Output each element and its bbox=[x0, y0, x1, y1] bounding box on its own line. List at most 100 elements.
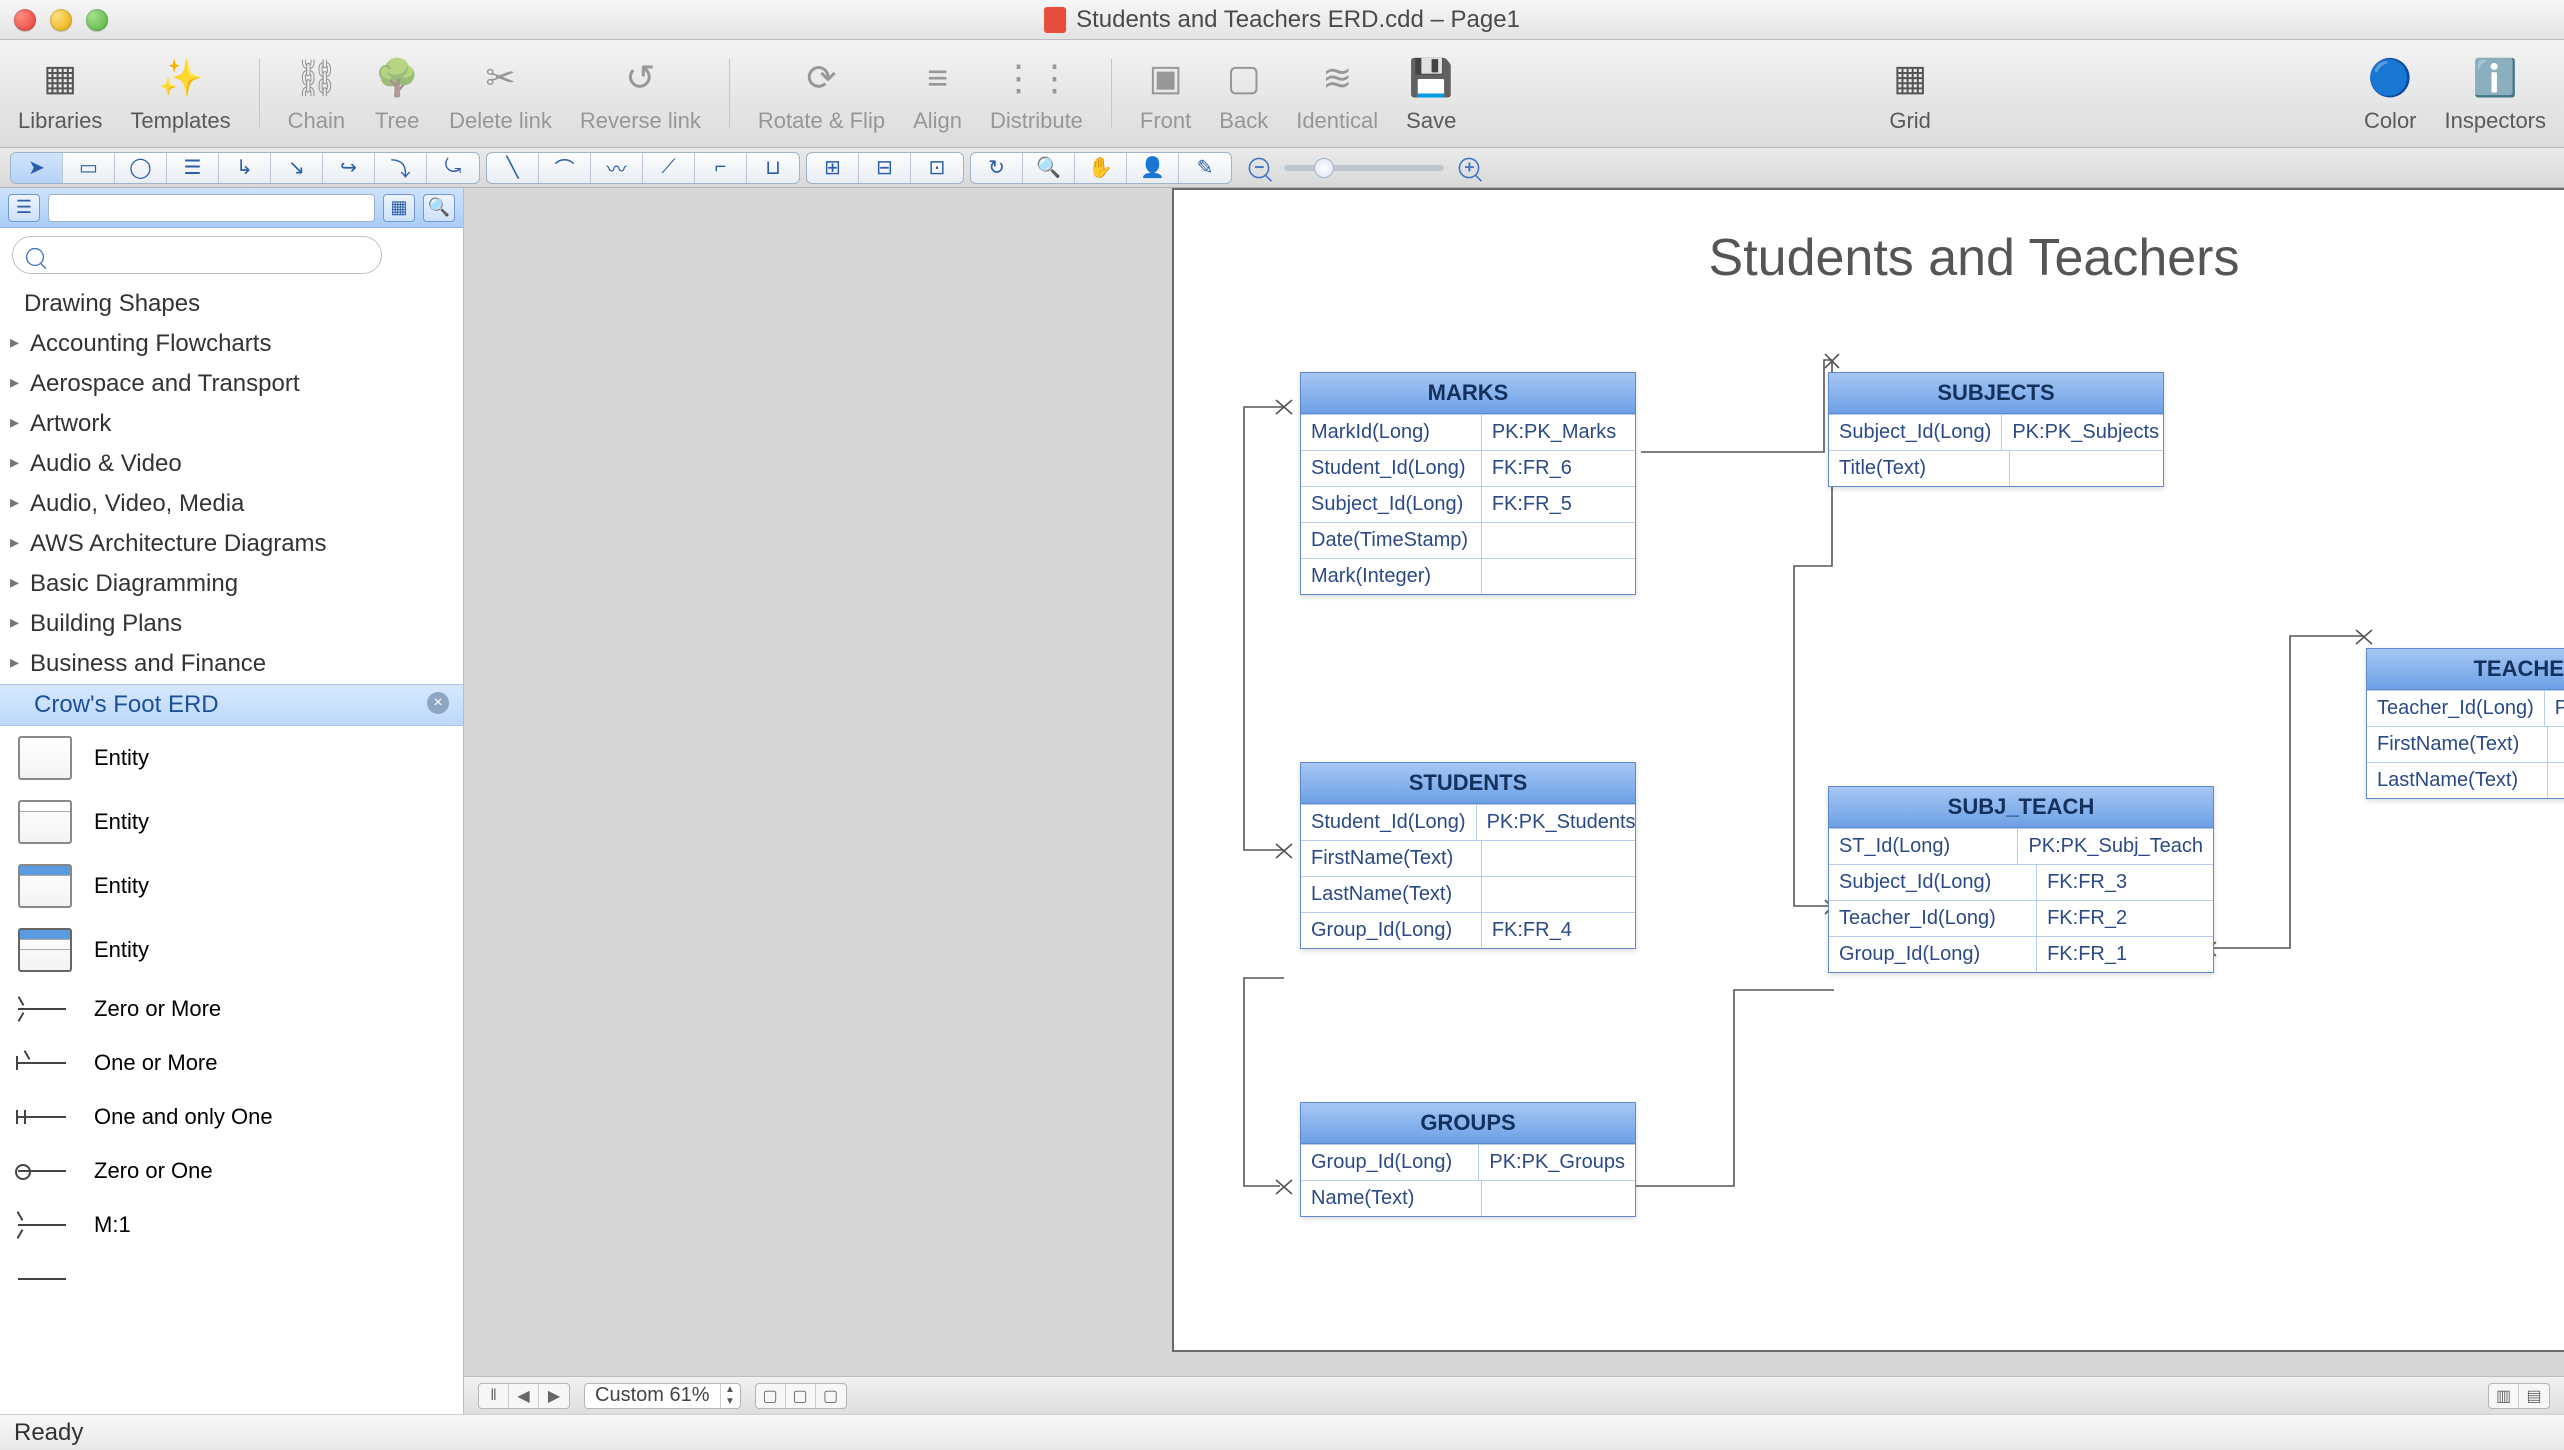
snap-tool-2[interactable]: ⊟ bbox=[859, 153, 911, 183]
zoom-knob[interactable] bbox=[1314, 158, 1334, 178]
zoom-in-icon[interactable]: + bbox=[1459, 157, 1480, 178]
entity-subj-teach[interactable]: SUBJ_TEACH ST_Id(Long)PK:PK_Subj_Teach S… bbox=[1828, 786, 2214, 973]
align-button[interactable]: ≡Align bbox=[913, 54, 962, 134]
identical-icon: ≋ bbox=[1313, 54, 1361, 102]
category-item[interactable]: Business and Finance bbox=[0, 644, 463, 684]
distribute-icon: ⋮⋮ bbox=[1012, 54, 1060, 102]
rotate-flip-button[interactable]: ⟳Rotate & Flip bbox=[758, 54, 885, 134]
titlebar: Students and Teachers ERD.cdd – Page1 bbox=[0, 0, 2564, 40]
reverse-link-icon: ↺ bbox=[616, 54, 664, 102]
category-item[interactable]: AWS Architecture Diagrams bbox=[0, 524, 463, 564]
category-item[interactable]: Building Plans bbox=[0, 604, 463, 644]
entity-groups[interactable]: GROUPS Group_Id(Long)PK:PK_Groups Name(T… bbox=[1300, 1102, 1636, 1217]
rect-tool[interactable]: ▭ bbox=[63, 153, 115, 183]
entity-teachers[interactable]: TEACHERS Teacher_Id(Long)PK:PK_Teachers … bbox=[2366, 648, 2564, 799]
zoom-stepper[interactable]: ▲▼ bbox=[720, 1384, 740, 1408]
shape-item[interactable]: Entity bbox=[0, 918, 463, 982]
reverse-link-button[interactable]: ↺Reverse link bbox=[580, 54, 701, 134]
connector-tool-4[interactable]: ⤵ bbox=[375, 153, 427, 183]
shape-item[interactable]: Zero or More bbox=[0, 982, 463, 1036]
sidebar-filter-input[interactable] bbox=[48, 194, 375, 222]
zoom-combo[interactable]: Custom 61% ▲▼ bbox=[584, 1383, 741, 1409]
category-item[interactable]: Accounting Flowcharts bbox=[0, 324, 463, 364]
identical-button[interactable]: ≋Identical bbox=[1296, 54, 1378, 134]
wand-tool[interactable]: ✎ bbox=[1179, 153, 1231, 183]
delete-link-button[interactable]: ✂Delete link bbox=[449, 54, 552, 134]
shape-label: Entity bbox=[94, 937, 149, 963]
connector-tool-1[interactable]: ↳ bbox=[219, 153, 271, 183]
entity-header: STUDENTS bbox=[1301, 763, 1635, 804]
connector-tool-3[interactable]: ↪ bbox=[323, 153, 375, 183]
chain-button[interactable]: ⛓Chain bbox=[288, 54, 345, 134]
page-pause[interactable]: ‖ bbox=[479, 1384, 509, 1408]
page-prev[interactable]: ◀ bbox=[509, 1384, 539, 1408]
line-tool-3[interactable]: 〰 bbox=[591, 153, 643, 183]
page-next[interactable]: ▶ bbox=[539, 1384, 569, 1408]
entity-header: MARKS bbox=[1301, 373, 1635, 414]
entity-students[interactable]: STUDENTS Student_Id(Long)PK:PK_Students … bbox=[1300, 762, 1636, 949]
distribute-button[interactable]: ⋮⋮Distribute bbox=[990, 54, 1083, 134]
save-button[interactable]: 💾Save bbox=[1406, 54, 1456, 134]
entity-subjects[interactable]: SUBJECTS Subject_Id(Long)PK:PK_Subjects … bbox=[1828, 372, 2164, 487]
snap-tool-3[interactable]: ⊡ bbox=[911, 153, 963, 183]
layout-1[interactable]: ▥ bbox=[2489, 1384, 2519, 1408]
line-tool-5[interactable]: ⌐ bbox=[695, 153, 747, 183]
search-toggle-icon[interactable]: 🔍 bbox=[423, 194, 455, 222]
view-preset-2[interactable]: ▢ bbox=[786, 1384, 816, 1408]
shape-item[interactable] bbox=[0, 1252, 463, 1306]
shape-item[interactable]: M:1 bbox=[0, 1198, 463, 1252]
connector-tool-2[interactable]: ↘ bbox=[271, 153, 323, 183]
pan-tool[interactable]: ✋ bbox=[1075, 153, 1127, 183]
canvas-viewport[interactable]: Students and Teachers bbox=[464, 188, 2564, 1376]
snap-tools-segment: ⊞ ⊟ ⊡ bbox=[806, 152, 964, 184]
zoom-window-button[interactable] bbox=[86, 9, 108, 31]
templates-button[interactable]: ✨Templates bbox=[130, 54, 230, 134]
shape-item[interactable]: Zero or One bbox=[0, 1144, 463, 1198]
text-tool[interactable]: ☰ bbox=[167, 153, 219, 183]
shape-item[interactable]: Entity bbox=[0, 854, 463, 918]
inspectors-icon: ℹ️ bbox=[2471, 54, 2519, 102]
line-tools-segment: ╲ ⌒ 〰 ⟋ ⌐ ⊔ bbox=[486, 152, 800, 184]
category-item[interactable]: Audio, Video, Media bbox=[0, 484, 463, 524]
entity-header: SUBJ_TEACH bbox=[1829, 787, 2213, 828]
shape-search-input[interactable] bbox=[12, 236, 382, 274]
library-view-icon[interactable]: ☰ bbox=[8, 194, 40, 222]
category-item[interactable]: Aerospace and Transport bbox=[0, 364, 463, 404]
shape-item[interactable]: Entity bbox=[0, 726, 463, 790]
minimize-window-button[interactable] bbox=[50, 9, 72, 31]
front-button[interactable]: ▣Front bbox=[1140, 54, 1191, 134]
close-window-button[interactable] bbox=[14, 9, 36, 31]
grid-button[interactable]: ▦Grid bbox=[1886, 54, 1934, 134]
grid-view-icon[interactable]: ▦ bbox=[383, 194, 415, 222]
shape-item[interactable]: One or More bbox=[0, 1036, 463, 1090]
back-button[interactable]: ▢Back bbox=[1219, 54, 1268, 134]
zoom-out-icon[interactable]: − bbox=[1249, 157, 1270, 178]
shape-item[interactable]: One and only One bbox=[0, 1090, 463, 1144]
user-tool[interactable]: 👤 bbox=[1127, 153, 1179, 183]
active-library-header[interactable]: Crow's Foot ERD × bbox=[0, 684, 463, 726]
close-library-icon[interactable]: × bbox=[427, 692, 449, 714]
pointer-tool[interactable]: ➤ bbox=[11, 153, 63, 183]
inspectors-button[interactable]: ℹ️Inspectors bbox=[2445, 54, 2547, 134]
tree-button[interactable]: 🌳Tree bbox=[373, 54, 421, 134]
snap-tool-1[interactable]: ⊞ bbox=[807, 153, 859, 183]
shape-item[interactable]: Entity bbox=[0, 790, 463, 854]
ellipse-tool[interactable]: ◯ bbox=[115, 153, 167, 183]
line-tool-4[interactable]: ⟋ bbox=[643, 153, 695, 183]
refresh-tool[interactable]: ↻ bbox=[971, 153, 1023, 183]
libraries-button[interactable]: ▦Libraries bbox=[18, 54, 102, 134]
line-tool-6[interactable]: ⊔ bbox=[747, 153, 799, 183]
category-item[interactable]: Basic Diagramming bbox=[0, 564, 463, 604]
category-item[interactable]: Audio & Video bbox=[0, 444, 463, 484]
view-preset-1[interactable]: ▢ bbox=[756, 1384, 786, 1408]
layout-2[interactable]: ▤ bbox=[2519, 1384, 2549, 1408]
color-button[interactable]: 🔵Color bbox=[2364, 54, 2417, 134]
zoom-slider[interactable] bbox=[1284, 165, 1444, 171]
line-tool-2[interactable]: ⌒ bbox=[539, 153, 591, 183]
connector-tool-5[interactable]: ⤿ bbox=[427, 153, 479, 183]
category-item[interactable]: Artwork bbox=[0, 404, 463, 444]
entity-marks[interactable]: MARKS MarkId(Long)PK:PK_Marks Student_Id… bbox=[1300, 372, 1636, 595]
view-preset-3[interactable]: ▢ bbox=[816, 1384, 846, 1408]
zoom-tool[interactable]: 🔍 bbox=[1023, 153, 1075, 183]
line-tool-1[interactable]: ╲ bbox=[487, 153, 539, 183]
